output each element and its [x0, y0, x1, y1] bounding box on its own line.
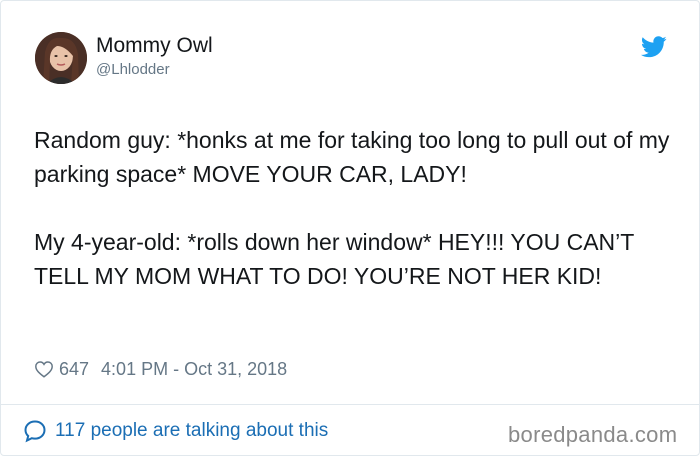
tweet-card: Mommy Owl @Lhlodder Random guy: *honks a…: [0, 0, 700, 456]
tweet-text: Random guy: *honks at me for taking too …: [34, 123, 674, 293]
avatar[interactable]: [35, 32, 87, 84]
avatar-photo: [35, 32, 87, 84]
tweet-paragraph: Random guy: *honks at me for taking too …: [34, 127, 670, 187]
divider: [1, 404, 699, 405]
tweet-meta: 647 4:01 PM - Oct 31, 2018: [34, 357, 287, 381]
heart-icon[interactable]: [34, 360, 54, 378]
watermark: boredpanda.com: [508, 422, 678, 447]
tweet-timestamp[interactable]: 4:01 PM - Oct 31, 2018: [101, 359, 287, 380]
talking-count-text[interactable]: 117 people are talking about this: [55, 420, 328, 442]
tweet-paragraph: My 4-year-old: *rolls down her window* H…: [34, 229, 634, 289]
twitter-bird-icon[interactable]: [641, 36, 667, 58]
conversation-link[interactable]: 117 people are talking about this: [23, 419, 328, 443]
author-handle[interactable]: @Lhlodder: [96, 61, 170, 78]
speech-bubble-icon: [24, 420, 46, 443]
like-count[interactable]: 647: [59, 359, 89, 380]
author-name[interactable]: Mommy Owl: [96, 34, 213, 58]
